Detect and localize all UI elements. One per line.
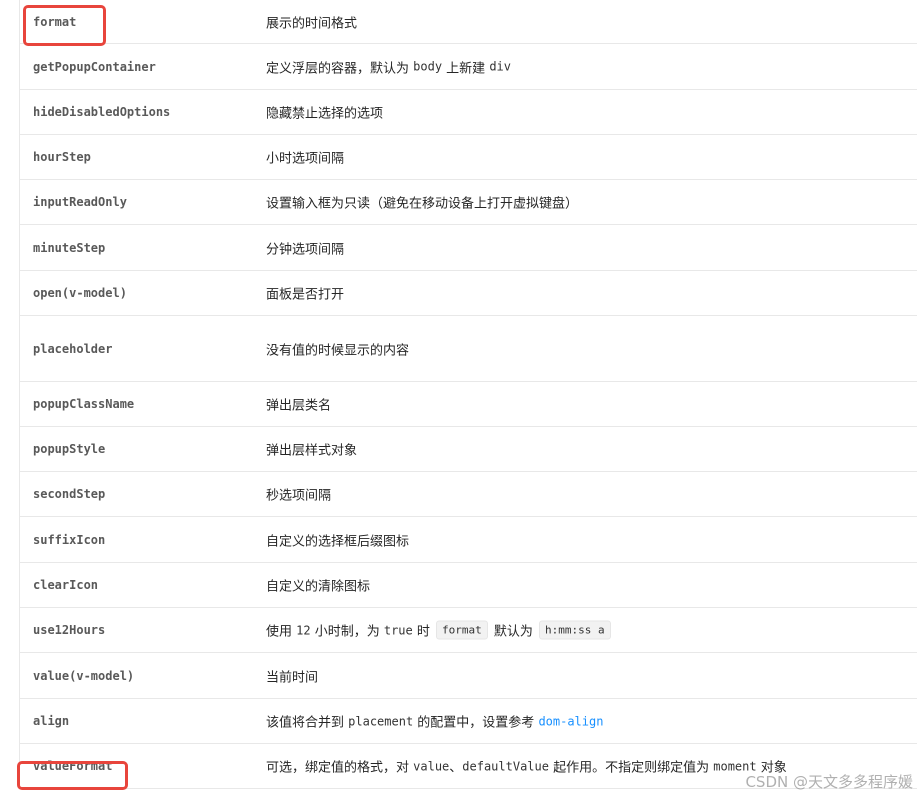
description-text: 没有值的时候显示的内容 [266, 343, 410, 358]
property-name: inputReadOnly [33, 195, 127, 209]
table-row: placeholder 没有值的时候显示的内容 [20, 316, 917, 382]
property-name: placeholder [33, 341, 113, 356]
api-table: format 展示的时间格式 getPopupContainer 定义浮层的容器，默认… [19, 0, 917, 789]
description-text: 面板是否打开 [266, 287, 345, 303]
description-text: 时 [412, 624, 435, 640]
property-description: 展示的时间格式 [266, 12, 357, 31]
property-name: hourStep [33, 150, 91, 164]
inline-code-text: defaultValue [462, 759, 549, 773]
property-description: 弹出层类名 [266, 395, 331, 414]
description-text: 展示的时间格式 [266, 16, 358, 31]
table-row: use12Hours 使用 12 小时制，为 true 时 format 默认为 … [20, 608, 917, 653]
description-text: 分钟选项间隔 [266, 242, 345, 257]
property-name: use12Hours [33, 623, 106, 637]
inline-code-chip: format [436, 620, 488, 640]
table-row: secondStep 秒选项间隔 [20, 472, 917, 517]
inline-code-text: true [383, 623, 413, 637]
table-row: hourStep 小时选项间隔 [20, 135, 917, 180]
property-name: format [33, 14, 77, 29]
description-text: 默认为 [489, 624, 538, 640]
description-text: 小时选项间隔 [266, 151, 345, 167]
description-text: 弹出层样式对象 [266, 443, 358, 459]
table-row: suffixIcon 自定义的选择框后缀图标 [20, 517, 917, 563]
watermark: CSDN @天文多多程序媛 [745, 773, 913, 791]
description-text: 秒选项间隔 [266, 488, 332, 504]
property-name: popupStyle [33, 442, 106, 456]
property-name: valueFormat [33, 759, 113, 773]
property-description: 小时选项间隔 [266, 148, 344, 167]
property-description: 定义浮层的容器，默认为 body 上新建 div [266, 57, 511, 77]
property-description: 使用 12 小时制，为 true 时 format 默认为 h:mm:ss a [266, 620, 613, 640]
table-row: minuteStep 分钟选项间隔 [20, 225, 917, 271]
property-description: 弹出层样式对象 [266, 440, 357, 459]
description-text: 起作用。不指定则绑定值为 [548, 760, 714, 776]
property-description: 当前时间 [266, 666, 318, 685]
property-name: popupClassName [33, 397, 135, 411]
table-row: inputReadOnly 设置输入框为只读（避免在移动设备上打开虚拟键盘） [20, 180, 917, 225]
property-name: value(v-model) [33, 668, 135, 683]
property-name: hideDisabledOptions [33, 105, 171, 119]
description-text: 设置输入框为只读（避免在移动设备上打开虚拟键盘） [266, 196, 579, 212]
property-description: 面板是否打开 [266, 284, 344, 303]
inline-code-text: value [413, 759, 450, 773]
table-row: align 该值将合并到 placement 的配置中，设置参考 dom-alig… [20, 699, 917, 744]
inline-code-text: div [489, 59, 511, 74]
page: format 展示的时间格式 getPopupContainer 定义浮层的容器，默认… [0, 0, 917, 797]
property-description: 自定义的清除图标 [266, 576, 370, 595]
description-text: 自定义的清除图标 [266, 579, 371, 595]
table-row: popupClassName 弹出层类名 [20, 382, 917, 427]
inline-code-text: body [413, 59, 443, 74]
description-text: 、 [449, 760, 463, 776]
description-text: 的配置中，设置参考 [413, 715, 539, 731]
property-description: 设置输入框为只读（避免在移动设备上打开虚拟键盘） [266, 193, 578, 212]
description-text: 小时制，为 [310, 624, 384, 640]
table-row: open(v-model) 面板是否打开 [20, 271, 917, 316]
dom-align-link[interactable]: dom-align [538, 714, 603, 728]
property-name: align [33, 714, 70, 728]
property-name: getPopupContainer [33, 59, 156, 74]
property-description: 隐藏禁止选择的选项 [266, 103, 383, 122]
description-text: 自定义的选择框后缀图标 [266, 534, 410, 549]
description-text: 隐藏禁止选择的选项 [266, 106, 384, 122]
inline-code-chip: h:mm:ss a [539, 620, 611, 640]
property-name: clearIcon [33, 578, 99, 592]
property-description: 分钟选项间隔 [266, 238, 344, 257]
table-row: popupStyle 弹出层样式对象 [20, 427, 917, 472]
description-text: 定义浮层的容器，默认为 [266, 61, 414, 76]
property-name: suffixIcon [33, 532, 106, 547]
description-text: 上新建 [442, 61, 490, 76]
table-row: hideDisabledOptions 隐藏禁止选择的选项 [20, 90, 917, 135]
property-name: secondStep [33, 487, 106, 501]
property-description: 该值将合并到 placement 的配置中，设置参考 dom-align [266, 712, 603, 731]
description-text: 可选，绑定值的格式，对 [266, 760, 414, 776]
description-text: 弹出层类名 [266, 398, 332, 414]
property-description: 没有值的时候显示的内容 [266, 339, 409, 358]
inline-code-text: 12 [296, 623, 311, 637]
table-row: value(v-model) 当前时间 [20, 653, 917, 699]
table-row: format 展示的时间格式 [20, 0, 917, 44]
description-text: 使用 [266, 624, 297, 640]
property-description: 自定义的选择框后缀图标 [266, 530, 409, 549]
property-description: 可选，绑定值的格式，对 value、 defaultValue 起作用。不指定则绑… [266, 757, 787, 776]
property-name: minuteStep [33, 240, 106, 255]
inline-code-text: placement [348, 714, 414, 728]
property-description: 秒选项间隔 [266, 485, 331, 504]
table-row: getPopupContainer 定义浮层的容器，默认为 body 上新建 di… [20, 44, 917, 90]
description-text: 该值将合并到 [266, 715, 349, 731]
property-name: open(v-model) [33, 286, 127, 300]
description-text: 当前时间 [266, 670, 319, 685]
table-row: clearIcon 自定义的清除图标 [20, 563, 917, 608]
